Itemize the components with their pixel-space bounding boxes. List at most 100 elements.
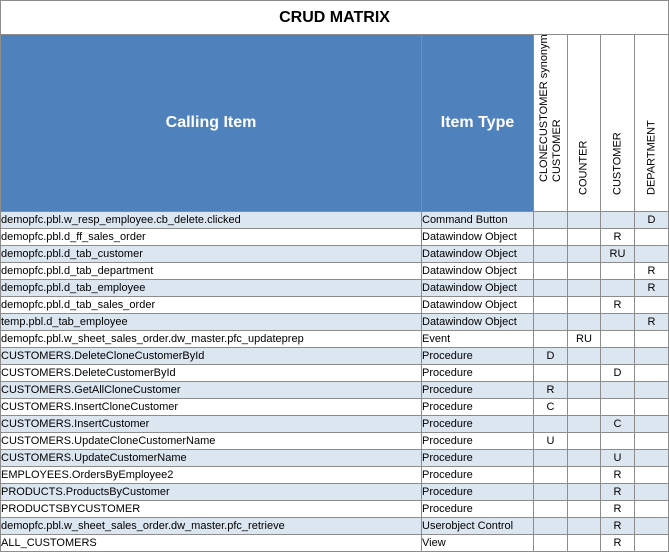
crud-op-cell[interactable] bbox=[567, 347, 601, 365]
crud-op-cell[interactable] bbox=[633, 347, 669, 365]
crud-op-cell[interactable] bbox=[633, 449, 669, 467]
table-row[interactable]: CUSTOMERS.GetAllCloneCustomer Procedure R bbox=[0, 381, 669, 399]
calling-item-cell[interactable]: EMPLOYEES.OrdersByEmployee2 bbox=[0, 466, 422, 484]
calling-item-header[interactable]: Calling Item bbox=[0, 34, 422, 212]
crud-op-cell[interactable] bbox=[567, 449, 601, 467]
crud-op-cell[interactable]: D bbox=[600, 364, 635, 382]
crud-op-cell[interactable] bbox=[567, 398, 601, 416]
table-row[interactable]: CUSTOMERS.InsertCustomer Procedure C bbox=[0, 415, 669, 433]
crud-op-cell[interactable] bbox=[567, 432, 601, 450]
crud-op-cell[interactable] bbox=[567, 483, 601, 501]
table-row[interactable]: CUSTOMERS.DeleteCustomerById Procedure D bbox=[0, 364, 669, 382]
calling-item-cell[interactable]: CUSTOMERS.DeleteCustomerById bbox=[0, 364, 422, 382]
item-type-cell[interactable]: Datawindow Object bbox=[421, 262, 534, 280]
crud-op-cell[interactable] bbox=[633, 432, 669, 450]
crud-op-cell[interactable]: RU bbox=[600, 245, 635, 263]
crud-op-cell[interactable]: R bbox=[600, 228, 635, 246]
crud-op-cell[interactable]: U bbox=[533, 432, 568, 450]
table-row[interactable]: CUSTOMERS.InsertCloneCustomer Procedure C bbox=[0, 398, 669, 416]
crud-op-cell[interactable]: D bbox=[633, 211, 669, 229]
column-header-clonecustomer[interactable]: CLONECUSTOMER synonym of CUSTOMER bbox=[533, 34, 568, 212]
crud-op-cell[interactable] bbox=[633, 228, 669, 246]
table-row[interactable]: demopfc.pbl.d_tab_customer Datawindow Obj… bbox=[0, 245, 669, 263]
item-type-cell[interactable]: Command Button bbox=[421, 211, 534, 229]
calling-item-cell[interactable]: demopfc.pbl.d_tab_customer bbox=[0, 245, 422, 263]
crud-op-cell[interactable] bbox=[633, 296, 669, 314]
table-row[interactable]: demopfc.pbl.d_tab_department Datawindow O… bbox=[0, 262, 669, 280]
crud-op-cell[interactable] bbox=[633, 415, 669, 433]
item-type-cell[interactable]: Datawindow Object bbox=[421, 296, 534, 314]
calling-item-cell[interactable]: demopfc.pbl.d_tab_employee bbox=[0, 279, 422, 297]
crud-op-cell[interactable] bbox=[567, 415, 601, 433]
crud-op-cell[interactable] bbox=[533, 228, 568, 246]
item-type-cell[interactable]: Procedure bbox=[421, 381, 534, 399]
crud-op-cell[interactable] bbox=[633, 534, 669, 552]
crud-op-cell[interactable] bbox=[600, 262, 635, 280]
table-row[interactable]: demopfc.pbl.w_resp_employee.cb_delete.cl… bbox=[0, 211, 669, 229]
crud-op-cell[interactable] bbox=[567, 313, 601, 331]
item-type-header[interactable]: Item Type bbox=[421, 34, 534, 212]
calling-item-cell[interactable]: CUSTOMERS.UpdateCloneCustomerName bbox=[0, 432, 422, 450]
column-header-counter[interactable]: COUNTER bbox=[567, 34, 601, 212]
crud-op-cell[interactable]: R bbox=[533, 381, 568, 399]
crud-op-cell[interactable] bbox=[633, 245, 669, 263]
crud-op-cell[interactable] bbox=[567, 517, 601, 535]
crud-op-cell[interactable] bbox=[567, 228, 601, 246]
table-row[interactable]: temp.pbl.d_tab_employee Datawindow Object… bbox=[0, 313, 669, 331]
item-type-cell[interactable]: Procedure bbox=[421, 398, 534, 416]
crud-op-cell[interactable] bbox=[633, 483, 669, 501]
crud-op-cell[interactable] bbox=[600, 432, 635, 450]
crud-op-cell[interactable]: R bbox=[633, 279, 669, 297]
item-type-cell[interactable]: Procedure bbox=[421, 432, 534, 450]
calling-item-cell[interactable]: demopfc.pbl.w_sheet_sales_order.dw_maste… bbox=[0, 517, 422, 535]
crud-op-cell[interactable]: R bbox=[600, 534, 635, 552]
crud-op-cell[interactable] bbox=[533, 415, 568, 433]
item-type-cell[interactable]: Procedure bbox=[421, 449, 534, 467]
table-row[interactable]: ALL_CUSTOMERS View R bbox=[0, 534, 669, 552]
crud-op-cell[interactable] bbox=[633, 517, 669, 535]
crud-op-cell[interactable] bbox=[600, 313, 635, 331]
crud-op-cell[interactable] bbox=[567, 296, 601, 314]
item-type-cell[interactable]: Event bbox=[421, 330, 534, 348]
crud-op-cell[interactable] bbox=[533, 296, 568, 314]
crud-op-cell[interactable] bbox=[533, 313, 568, 331]
crud-op-cell[interactable]: RU bbox=[567, 330, 601, 348]
crud-op-cell[interactable]: R bbox=[600, 483, 635, 501]
crud-op-cell[interactable] bbox=[600, 211, 635, 229]
crud-op-cell[interactable]: R bbox=[600, 466, 635, 484]
crud-op-cell[interactable] bbox=[533, 466, 568, 484]
table-row[interactable]: demopfc.pbl.w_sheet_sales_order.dw_maste… bbox=[0, 517, 669, 535]
crud-op-cell[interactable] bbox=[533, 211, 568, 229]
crud-op-cell[interactable]: C bbox=[533, 398, 568, 416]
table-row[interactable]: demopfc.pbl.d_ff_sales_order Datawindow O… bbox=[0, 228, 669, 246]
crud-op-cell[interactable] bbox=[567, 211, 601, 229]
crud-op-cell[interactable] bbox=[600, 381, 635, 399]
crud-op-cell[interactable]: R bbox=[600, 500, 635, 518]
table-row[interactable]: demopfc.pbl.d_tab_sales_order Datawindow … bbox=[0, 296, 669, 314]
crud-op-cell[interactable] bbox=[567, 534, 601, 552]
crud-op-cell[interactable] bbox=[533, 517, 568, 535]
table-row[interactable]: PRODUCTSBYCUSTOMER Procedure R bbox=[0, 500, 669, 518]
item-type-cell[interactable]: Procedure bbox=[421, 466, 534, 484]
calling-item-cell[interactable]: demopfc.pbl.d_tab_sales_order bbox=[0, 296, 422, 314]
crud-op-cell[interactable]: R bbox=[600, 296, 635, 314]
crud-op-cell[interactable]: R bbox=[600, 517, 635, 535]
crud-op-cell[interactable] bbox=[600, 398, 635, 416]
crud-op-cell[interactable] bbox=[567, 364, 601, 382]
calling-item-cell[interactable]: PRODUCTS.ProductsByCustomer bbox=[0, 483, 422, 501]
crud-op-cell[interactable] bbox=[533, 534, 568, 552]
item-type-cell[interactable]: Procedure bbox=[421, 483, 534, 501]
item-type-cell[interactable]: View bbox=[421, 534, 534, 552]
table-row[interactable]: EMPLOYEES.OrdersByEmployee2 Procedure R bbox=[0, 466, 669, 484]
crud-op-cell[interactable] bbox=[567, 500, 601, 518]
crud-op-cell[interactable] bbox=[533, 262, 568, 280]
calling-item-cell[interactable]: ALL_CUSTOMERS bbox=[0, 534, 422, 552]
item-type-cell[interactable]: Datawindow Object bbox=[421, 279, 534, 297]
calling-item-cell[interactable]: demopfc.pbl.d_ff_sales_order bbox=[0, 228, 422, 246]
crud-op-cell[interactable] bbox=[567, 279, 601, 297]
crud-op-cell[interactable] bbox=[600, 279, 635, 297]
item-type-cell[interactable]: Userobject Control bbox=[421, 517, 534, 535]
crud-op-cell[interactable] bbox=[633, 330, 669, 348]
table-row[interactable]: PRODUCTS.ProductsByCustomer Procedure R bbox=[0, 483, 669, 501]
crud-op-cell[interactable]: R bbox=[633, 313, 669, 331]
